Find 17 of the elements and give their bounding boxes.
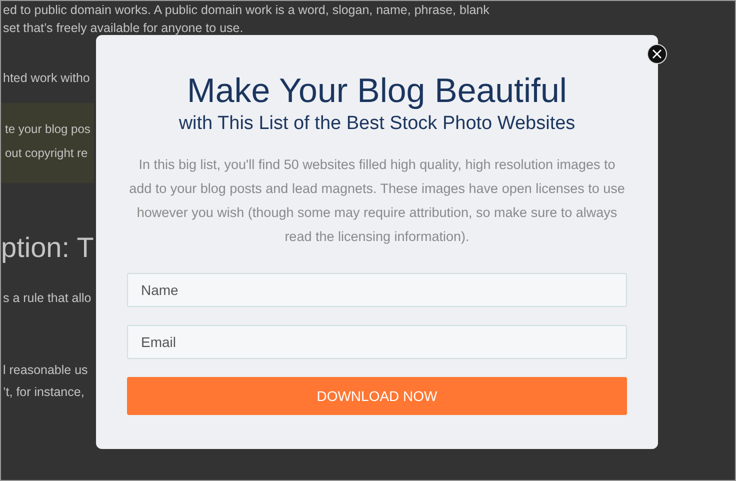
callout-text: out copyright re [4, 145, 88, 162]
article-text: hted work witho [2, 70, 90, 87]
callout-text: te your blog pos [4, 121, 90, 138]
close-button[interactable] [647, 44, 667, 64]
input-field[interactable]: Email [127, 325, 627, 359]
download-button[interactable]: DOWNLOAD NOW [127, 377, 627, 415]
article-heading: ption: T [1, 231, 94, 265]
close-icon [652, 49, 662, 59]
popup-title: Make Your Blog Beautiful [186, 71, 568, 111]
article-text: s a rule that allo [2, 290, 92, 307]
input-field[interactable]: Name [127, 273, 627, 307]
popup-subtitle: with This List of the Best Stock Photo Websites [178, 112, 576, 136]
article-text: ed to public domain works. A public domain work is a word, slogan, name, phrase, blank [2, 2, 490, 19]
article-text: set that’s freely available for anyone to use. [2, 20, 244, 37]
popup-description: In this big list, you'll find 50 websites filled high quality, high resolution images to add to your blog posts and lead magnets. These images have open licenses to use however you wish (though some may require attribution, so make sure to always read the licensing information). [128, 156, 626, 246]
article-text: l reasonable us [2, 362, 88, 379]
article-text: ’t, for instance, [2, 384, 84, 401]
